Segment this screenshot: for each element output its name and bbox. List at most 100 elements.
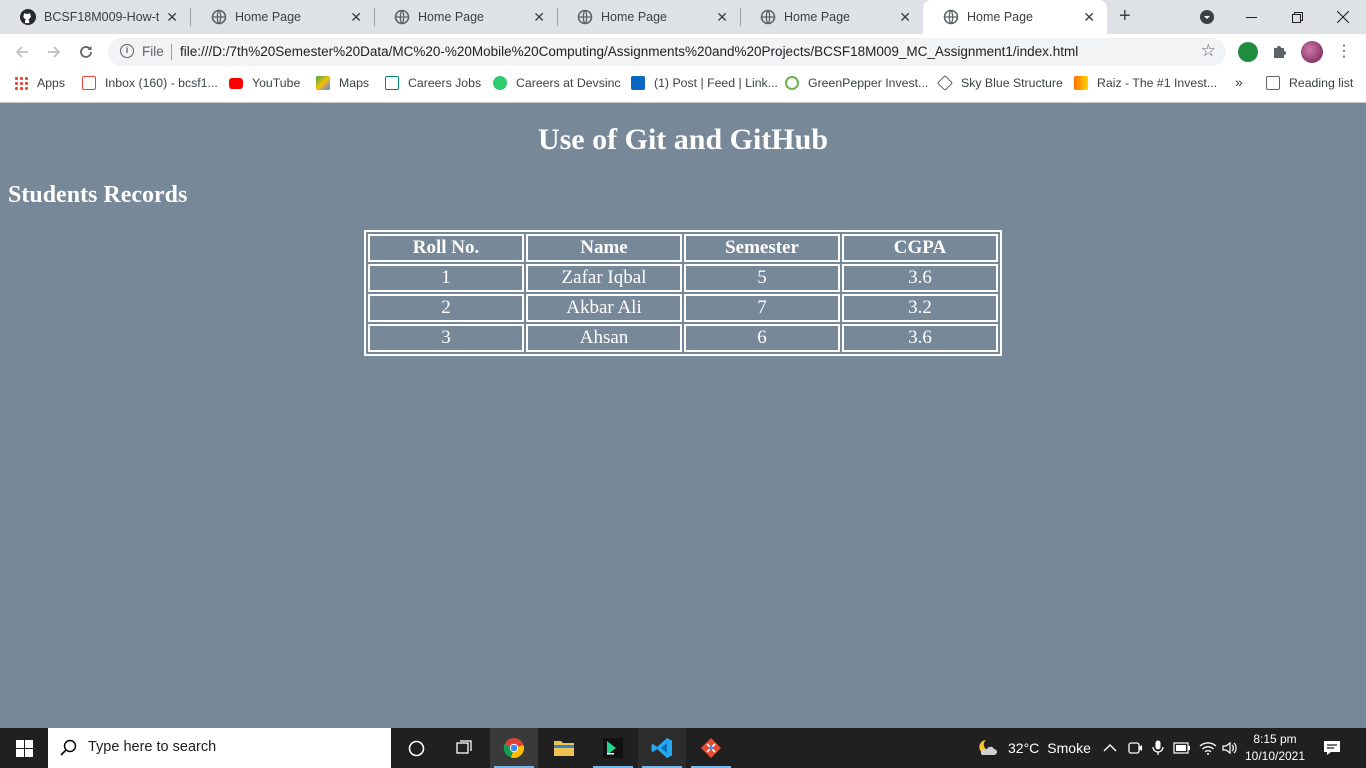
bookmark-careers-jobs[interactable]: Careers Jobs [385, 76, 481, 90]
address-bar[interactable]: i File file:///D:/7th%20Semester%20Data/… [108, 38, 1226, 66]
extensions-puzzle-icon[interactable] [1270, 42, 1290, 62]
table-cell: 1 [368, 264, 524, 292]
close-tab-icon[interactable]: ✕ [899, 9, 911, 26]
table-cell: 6 [684, 324, 840, 352]
close-tab-icon[interactable]: ✕ [533, 9, 545, 26]
scheme-chip[interactable]: File [142, 44, 164, 59]
search-placeholder: Type here to search [88, 739, 217, 755]
table-cell: 7 [684, 294, 840, 322]
tab-title: BCSF18M009-How-to- [44, 10, 159, 24]
column-header-semester: Semester [684, 234, 840, 262]
students-table: Roll No. Name Semester CGPA 1 Zafar Iqba… [364, 230, 1002, 356]
new-tab-plus-icon[interactable]: + [1119, 5, 1131, 28]
bookmark-inbox[interactable]: Inbox (160) - bcsf1... [82, 76, 218, 90]
task-view-icon[interactable] [440, 728, 488, 768]
wifi-icon[interactable] [1199, 728, 1217, 768]
apps-grid-icon [14, 76, 28, 90]
bookmark-linkedin[interactable]: (1) Post | Feed | Link... [631, 76, 778, 90]
tab-home-page-3[interactable]: Home Page ✕ [557, 0, 740, 34]
address-divider [171, 44, 172, 60]
bookmark-label: Maps [339, 76, 370, 90]
table-cell: 3.2 [842, 294, 998, 322]
extension-globe-icon[interactable] [1238, 42, 1258, 62]
restore-icon[interactable] [1274, 0, 1320, 34]
more-bookmarks-chevron-icon[interactable]: » [1235, 74, 1243, 90]
table-cell: 3.6 [842, 264, 998, 292]
tab-title: Home Page [601, 10, 668, 24]
bookmark-label: Inbox (160) - bcsf1... [105, 76, 218, 90]
bookmark-greenpepper[interactable]: GreenPepper Invest... [785, 76, 928, 90]
tab-home-page-4[interactable]: Home Page ✕ [740, 0, 923, 34]
info-icon[interactable]: i [120, 44, 134, 58]
globe-icon [394, 9, 410, 25]
devsinc-icon [493, 76, 507, 90]
file-explorer-icon[interactable] [540, 728, 588, 768]
bookmark-label: YouTube [252, 76, 301, 90]
show-hidden-icons-chevron-icon[interactable] [1103, 728, 1117, 768]
minimize-icon[interactable] [1228, 0, 1274, 34]
back-arrow-icon[interactable] [11, 41, 33, 63]
reading-list[interactable]: Reading list [1266, 76, 1353, 90]
reading-list-icon [1266, 76, 1280, 90]
page-title: Use of Git and GitHub [537, 123, 829, 156]
close-tab-icon[interactable]: ✕ [716, 9, 728, 26]
gmail-icon [82, 76, 96, 90]
windows-start-icon[interactable] [0, 728, 48, 768]
bookmark-label: (1) Post | Feed | Link... [654, 76, 778, 90]
close-tab-icon[interactable]: ✕ [166, 9, 178, 26]
bookmark-label: Apps [37, 76, 66, 90]
bookmark-raiz[interactable]: Raiz - The #1 Invest... [1074, 76, 1217, 90]
table-cell: 5 [684, 264, 840, 292]
globe-icon [760, 9, 776, 25]
tab-title: Home Page [784, 10, 851, 24]
tab-home-page-active[interactable]: Home Page ✕ [923, 0, 1107, 34]
close-window-icon[interactable] [1320, 0, 1366, 34]
vscode-taskbar-icon[interactable] [638, 728, 686, 768]
browser-chrome: BCSF18M009-How-to- ✕ Home Page ✕ Home Pa… [0, 0, 1366, 103]
github-icon [20, 9, 36, 25]
battery-icon[interactable] [1173, 728, 1191, 768]
globe-icon [943, 9, 959, 25]
url-text[interactable]: file:///D:/7th%20Semester%20Data/MC%20-%… [180, 44, 1078, 59]
volume-icon[interactable] [1222, 728, 1238, 768]
windows-taskbar: Type here to search 32°C Smoke 8:15 pm 1… [0, 728, 1366, 768]
chrome-taskbar-icon[interactable] [490, 728, 538, 768]
table-header-row: Roll No. Name Semester CGPA [368, 234, 998, 262]
bookmark-apps[interactable]: Apps [14, 76, 65, 90]
bookmark-maps[interactable]: Maps [316, 76, 369, 90]
globe-icon [577, 9, 593, 25]
profile-avatar[interactable] [1301, 41, 1323, 63]
bookmark-youtube[interactable]: YouTube [229, 76, 300, 90]
close-tab-icon[interactable]: ✕ [1083, 9, 1095, 26]
menu-kebab-icon[interactable]: ⋮ [1336, 42, 1352, 62]
tab-title: Home Page [418, 10, 485, 24]
taskbar-clock[interactable]: 8:15 pm 10/10/2021 [1240, 731, 1310, 765]
weather-moon-cloud-icon [976, 738, 998, 759]
tab-search-chevron-icon[interactable] [1184, 0, 1230, 34]
microphone-icon[interactable] [1152, 728, 1164, 768]
taskbar-search-box[interactable]: Type here to search [48, 728, 391, 768]
weather-widget[interactable]: 32°C Smoke [976, 728, 1091, 768]
tab-home-page-1[interactable]: Home Page ✕ [191, 0, 374, 34]
weather-condition: Smoke [1047, 740, 1091, 756]
globe-icon [211, 9, 227, 25]
tab-home-page-2[interactable]: Home Page ✕ [374, 0, 557, 34]
meet-now-icon[interactable] [1127, 728, 1143, 768]
pycharm-taskbar-icon[interactable] [589, 728, 637, 768]
clock-time: 8:15 pm [1253, 732, 1297, 746]
section-heading: Students Records [8, 182, 188, 208]
bookmark-star-icon[interactable]: ☆ [1201, 41, 1216, 61]
notification-center-icon[interactable] [1323, 728, 1341, 768]
bookmark-label: Sky Blue Structure [961, 76, 1063, 90]
close-tab-icon[interactable]: ✕ [350, 9, 362, 26]
bookmarks-bar: Apps Inbox (160) - bcsf1... YouTube Maps… [0, 70, 1366, 98]
reload-icon[interactable] [75, 41, 97, 63]
table-cell: Zafar Iqbal [526, 264, 682, 292]
bookmark-sky-blue-structure[interactable]: Sky Blue Structure [937, 75, 1063, 91]
bookmark-devsinc[interactable]: Careers at Devsinc [493, 76, 621, 90]
tab-github[interactable]: BCSF18M009-How-to- ✕ [0, 0, 190, 34]
git-gui-taskbar-icon[interactable] [687, 728, 735, 768]
forward-arrow-icon[interactable] [43, 41, 65, 63]
cortana-circle-icon[interactable] [392, 728, 440, 768]
bookmark-label: Careers Jobs [408, 76, 482, 90]
